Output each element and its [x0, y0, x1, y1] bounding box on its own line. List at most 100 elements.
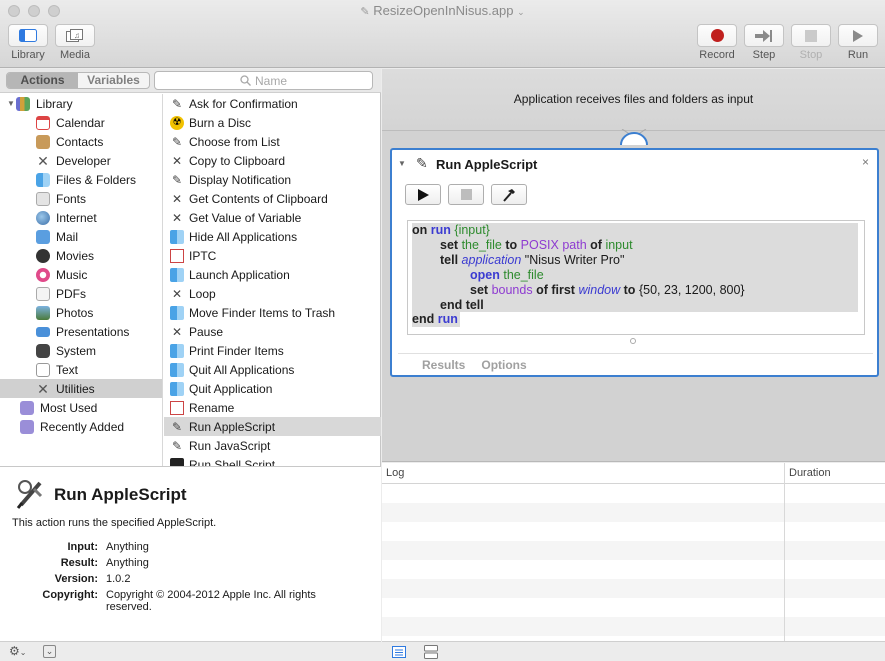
library-item-internet[interactable]: Internet — [0, 208, 162, 227]
action-rename[interactable]: Rename — [164, 398, 381, 417]
code-line-7: end run — [412, 312, 460, 327]
library-item-calendar[interactable]: Calendar — [0, 113, 162, 132]
step-button[interactable]: Step — [744, 24, 784, 61]
list-view-icon[interactable] — [392, 646, 406, 658]
library-item-mail[interactable]: Mail — [0, 227, 162, 246]
media-button[interactable]: ♫ Media — [55, 24, 95, 61]
code-selection: on run {input} set the_file to POSIX pat… — [412, 223, 858, 312]
library-item-music[interactable]: Music — [0, 265, 162, 284]
tab-actions[interactable]: Actions — [7, 73, 78, 88]
gear-icon[interactable]: ⚙⌄ — [9, 644, 26, 658]
action-ask-for-confirmation[interactable]: ✎ Ask for Confirmation — [164, 94, 381, 113]
applescript-editor[interactable]: on run {input} set the_file to POSIX pat… — [407, 220, 865, 335]
action-choose-from-list[interactable]: ✎ Choose from List — [164, 132, 381, 151]
library-item-presentations[interactable]: Presentations — [0, 322, 162, 341]
movies-icon — [36, 248, 50, 263]
library-item-text[interactable]: Text — [0, 360, 162, 379]
action-pause[interactable]: ✕ Pause — [164, 322, 381, 341]
log-table: Log Duration — [382, 463, 885, 641]
library-item-developer[interactable]: ✕ Developer — [0, 151, 162, 170]
resize-handle-icon[interactable] — [630, 338, 636, 344]
terminal-icon — [170, 457, 184, 466]
stop-icon — [805, 29, 817, 42]
log-column-header[interactable]: Log — [386, 467, 404, 479]
library-item-pdfs[interactable]: PDFs — [0, 284, 162, 303]
record-button[interactable]: Record — [697, 24, 737, 61]
action-move-finder-items-to-trash[interactable]: Move Finder Items to Trash — [164, 303, 381, 322]
action-copy-to-clipboard[interactable]: ✕ Copy to Clipboard — [164, 151, 381, 170]
actions-list: ✎ Ask for Confirmation ☢ Burn a Disc ✎ Choo… — [164, 94, 381, 466]
finder-icon — [170, 381, 184, 396]
action-get-contents-of-clipboard[interactable]: ✕ Get Contents of Clipboard — [164, 189, 381, 208]
script-icon: ✎ — [171, 134, 183, 149]
tab-variables[interactable]: Variables — [78, 73, 149, 88]
hammer-icon — [503, 188, 515, 202]
compile-script-button[interactable] — [491, 184, 527, 205]
chevron-down-icon[interactable]: ⌄ — [517, 7, 525, 17]
text-icon — [36, 362, 50, 377]
finder-icon — [36, 172, 50, 187]
play-icon — [853, 29, 863, 42]
run-button[interactable]: Run — [838, 24, 878, 61]
recently-added-folder[interactable]: Recently Added — [0, 417, 162, 436]
disclosure-triangle-icon[interactable]: ▼ — [6, 99, 16, 108]
action-run-shell-script[interactable]: Run Shell Script — [164, 455, 381, 466]
search-placeholder: Name — [254, 73, 287, 88]
library-item-photos[interactable]: Photos — [0, 303, 162, 322]
log-row — [382, 503, 885, 522]
action-burn-a-disc[interactable]: ☢ Burn a Disc — [164, 113, 381, 132]
run-applescript-action-card[interactable]: ▼ ✎ Run AppleScript × on run {input} set… — [390, 148, 879, 377]
step-icon — [755, 29, 772, 42]
action-hide-all-applications[interactable]: Hide All Applications — [164, 227, 381, 246]
action-run-javascript[interactable]: ✎ Run JavaScript — [164, 436, 381, 455]
library-item-movies[interactable]: Movies — [0, 246, 162, 265]
library-item-files-folders[interactable]: Files & Folders — [0, 170, 162, 189]
log-row — [382, 617, 885, 636]
options-toggle[interactable]: Options — [481, 358, 526, 372]
disclosure-triangle-icon[interactable]: ▼ — [398, 159, 406, 168]
log-row — [382, 579, 885, 598]
description-input: Input: Anything — [67, 541, 149, 553]
library-button[interactable]: Library — [8, 24, 48, 61]
split-view-icon[interactable] — [424, 645, 438, 659]
action-quit-all-applications[interactable]: Quit All Applications — [164, 360, 381, 379]
action-print-finder-items[interactable]: Print Finder Items — [164, 341, 381, 360]
action-get-value-of-variable[interactable]: ✕ Get Value of Variable — [164, 208, 381, 227]
actions-variables-segmented-control[interactable]: Actions Variables — [6, 72, 150, 89]
library-item-system[interactable]: System — [0, 341, 162, 360]
run-script-button[interactable] — [405, 184, 441, 205]
action-description-panel: Run AppleScript This action runs the spe… — [0, 466, 381, 641]
library-item-contacts[interactable]: Contacts — [0, 132, 162, 151]
code-line-5: set bounds of first window to {50, 23, 1… — [470, 283, 745, 297]
title-bar: ✎ ResizeOpenInNisus.app ⌄ Library ♫ Medi… — [0, 0, 885, 68]
most-used-folder[interactable]: Most Used — [0, 398, 162, 417]
library-root[interactable]: ▼ Library — [0, 94, 162, 113]
globe-icon — [36, 210, 50, 225]
code-line-1: on run {input} — [412, 223, 490, 237]
toggle-description-button[interactable]: ⌄ — [43, 645, 56, 658]
library-item-utilities[interactable]: ✕ Utilities — [0, 379, 162, 398]
finder-icon — [170, 362, 184, 377]
library-item-fonts[interactable]: Fonts — [0, 189, 162, 208]
stop-script-button[interactable] — [448, 184, 484, 205]
log-column-divider[interactable] — [784, 463, 785, 641]
close-icon[interactable]: × — [862, 155, 869, 169]
calendar-icon — [36, 115, 50, 130]
search-input[interactable]: Name — [154, 71, 373, 90]
action-launch-application[interactable]: Launch Application — [164, 265, 381, 284]
presentation-icon — [36, 326, 50, 337]
action-run-applescript[interactable]: ✎ Run AppleScript — [164, 417, 381, 436]
tools-icon: ✕ — [171, 324, 183, 339]
library-bottom-bar: ⚙⌄ ⌄ — [0, 641, 381, 661]
action-loop[interactable]: ✕ Loop — [164, 284, 381, 303]
duration-column-header[interactable]: Duration — [789, 467, 831, 479]
media-icon: ♫ — [66, 28, 83, 42]
stop-button[interactable]: Stop — [791, 24, 831, 61]
action-display-notification[interactable]: ✎ Display Notification — [164, 170, 381, 189]
action-iptc[interactable]: IPTC — [164, 246, 381, 265]
script-icon: ✎ — [171, 96, 183, 111]
action-quit-application[interactable]: Quit Application — [164, 379, 381, 398]
code-line-4: open the_file — [470, 268, 544, 282]
results-toggle[interactable]: Results — [422, 358, 465, 372]
library-tab-bar: Actions Variables Name — [0, 69, 381, 93]
